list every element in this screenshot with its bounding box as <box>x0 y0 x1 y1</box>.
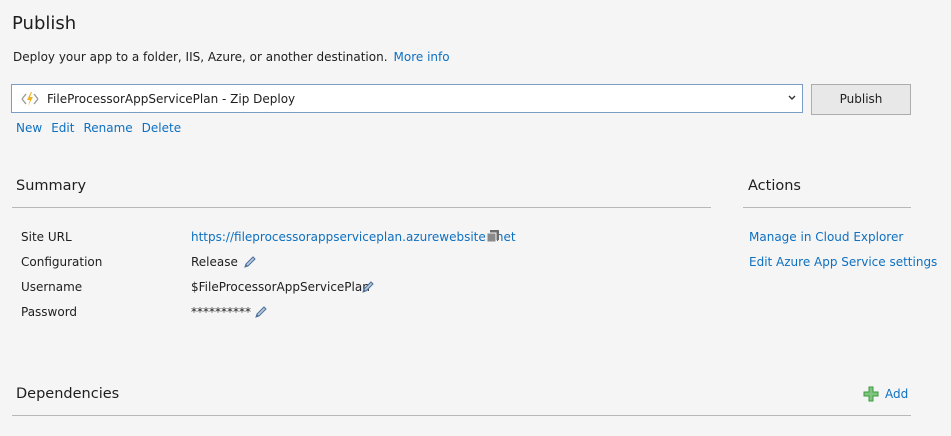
dependencies-heading: Dependencies <box>16 386 120 402</box>
site-url-label: Site URL <box>21 230 72 244</box>
site-url-link[interactable]: https://fileprocessorappserviceplan.azur… <box>191 230 516 244</box>
publish-profile-dropdown[interactable]: FileProcessorAppServicePlan - Zip Deploy <box>11 84 803 113</box>
actions-divider <box>743 207 911 208</box>
password-label: Password <box>21 305 78 319</box>
edit-password-pencil-icon[interactable] <box>254 305 268 319</box>
username-value: $FileProcessorAppServicePlan <box>191 280 370 294</box>
summary-heading: Summary <box>16 178 87 194</box>
publish-profile-selected: FileProcessorAppServicePlan - Zip Deploy <box>47 92 296 106</box>
configuration-value: Release <box>191 255 238 269</box>
edit-app-service-settings-link[interactable]: Edit Azure App Service settings <box>749 255 937 269</box>
copy-icon[interactable] <box>486 229 500 243</box>
dependencies-divider <box>12 415 911 416</box>
page-subtitle: Deploy your app to a folder, IIS, Azure,… <box>13 50 450 64</box>
chevron-down-icon <box>788 95 796 100</box>
manage-cloud-explorer-link[interactable]: Manage in Cloud Explorer <box>749 230 903 244</box>
publish-button[interactable]: Publish <box>811 84 911 115</box>
actions-heading: Actions <box>748 178 801 194</box>
summary-divider <box>12 207 711 208</box>
subtitle-text: Deploy your app to a folder, IIS, Azure,… <box>13 50 388 64</box>
rename-profile-link[interactable]: Rename <box>83 121 132 135</box>
username-label: Username <box>21 280 83 294</box>
configuration-label: Configuration <box>21 255 103 269</box>
more-info-link[interactable]: More info <box>394 50 450 64</box>
azure-bolt-icon <box>21 92 39 106</box>
edit-configuration-pencil-icon[interactable] <box>243 255 257 269</box>
edit-username-pencil-icon[interactable] <box>361 280 375 294</box>
edit-profile-link[interactable]: Edit <box>51 121 74 135</box>
delete-profile-link[interactable]: Delete <box>142 121 181 135</box>
new-profile-link[interactable]: New <box>16 121 42 135</box>
profile-actions: New Edit Rename Delete <box>16 121 190 135</box>
add-plus-icon <box>863 386 879 402</box>
page-title: Publish <box>12 13 77 34</box>
password-value: ********** <box>191 305 251 319</box>
add-dependency-label: Add <box>885 387 909 401</box>
